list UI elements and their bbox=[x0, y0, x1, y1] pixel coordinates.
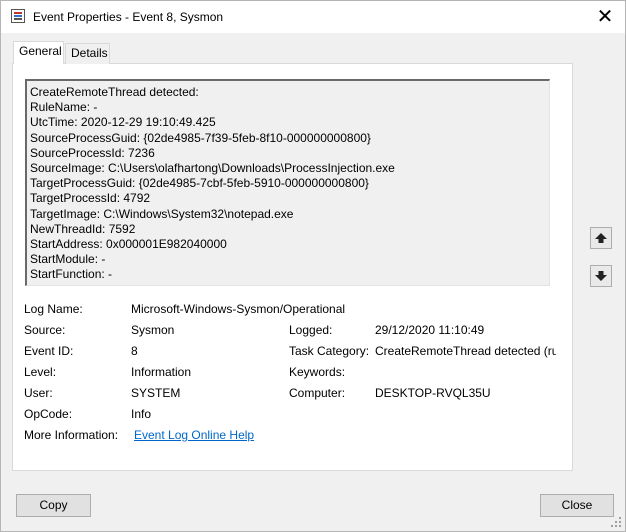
logged-label: Logged: bbox=[289, 323, 333, 337]
description-line: StartModule: - bbox=[30, 252, 106, 267]
description-line: StartFunction: - bbox=[30, 267, 113, 282]
description-line: TargetProcessGuid: {02de4985-7cbf-5feb-5… bbox=[30, 176, 369, 191]
arrow-down-icon bbox=[595, 271, 607, 281]
task-category-value: CreateRemoteThread detected (rul bbox=[375, 344, 556, 358]
user-value: SYSTEM bbox=[131, 386, 181, 400]
event-description-box[interactable]: CreateRemoteThread detected: RuleName: -… bbox=[25, 79, 550, 286]
title-bar[interactable]: Event Properties - Event 8, Sysmon ✕ bbox=[1, 1, 625, 33]
close-window-icon[interactable]: ✕ bbox=[591, 3, 619, 31]
event-viewer-icon bbox=[11, 9, 25, 23]
description-line: SourceProcessGuid: {02de4985-7f39-5feb-8… bbox=[30, 130, 371, 145]
event-properties-window: Event Properties - Event 8, Sysmon ✕ Gen… bbox=[0, 0, 626, 532]
opcode-label: OpCode: bbox=[24, 407, 73, 421]
user-label: User: bbox=[24, 386, 53, 400]
task-category-label: Task Category: bbox=[289, 344, 370, 358]
description-line: UtcTime: 2020-12-29 19:10:49.425 bbox=[30, 115, 216, 130]
arrow-up-icon bbox=[595, 233, 607, 243]
resize-grip-icon[interactable] bbox=[610, 516, 622, 528]
description-line: SourceProcessId: 7236 bbox=[30, 145, 155, 160]
description-line: CreateRemoteThread detected: bbox=[30, 85, 199, 99]
computer-value: DESKTOP-RVQL35U bbox=[375, 386, 491, 400]
window-title: Event Properties - Event 8, Sysmon bbox=[33, 10, 224, 24]
event-log-online-help-link[interactable]: Event Log Online Help bbox=[134, 428, 254, 442]
tab-general[interactable]: General bbox=[13, 41, 64, 64]
description-line: TargetImage: C:\Windows\System32\notepad… bbox=[30, 206, 294, 221]
more-information-label: More Information: bbox=[24, 428, 119, 442]
log-name-label: Log Name: bbox=[24, 302, 83, 316]
description-line: RuleName: - bbox=[30, 100, 98, 115]
previous-event-button[interactable] bbox=[590, 227, 612, 249]
description-line: TargetProcessId: 4792 bbox=[30, 191, 151, 206]
event-id-label: Event ID: bbox=[24, 344, 74, 358]
keywords-label: Keywords: bbox=[289, 365, 346, 379]
next-event-button[interactable] bbox=[590, 265, 612, 287]
tab-details[interactable]: Details bbox=[65, 43, 110, 64]
level-value: Information bbox=[131, 365, 192, 379]
level-label: Level: bbox=[24, 365, 57, 379]
copy-button[interactable]: Copy bbox=[16, 494, 91, 517]
opcode-value: Info bbox=[131, 407, 152, 421]
logged-value: 29/12/2020 11:10:49 bbox=[375, 323, 485, 337]
description-line: SourceImage: C:\Users\olafhartong\Downlo… bbox=[30, 160, 395, 175]
description-line: StartAddress: 0x000001E982040000 bbox=[30, 236, 227, 251]
description-line: NewThreadId: 7592 bbox=[30, 221, 136, 236]
event-id-value: 8 bbox=[131, 344, 138, 358]
log-name-value: Microsoft-Windows-Sysmon/Operational bbox=[131, 302, 346, 316]
close-button[interactable]: Close bbox=[540, 494, 614, 517]
source-label: Source: bbox=[24, 323, 66, 337]
computer-label: Computer: bbox=[289, 386, 346, 400]
source-value: Sysmon bbox=[131, 323, 175, 337]
